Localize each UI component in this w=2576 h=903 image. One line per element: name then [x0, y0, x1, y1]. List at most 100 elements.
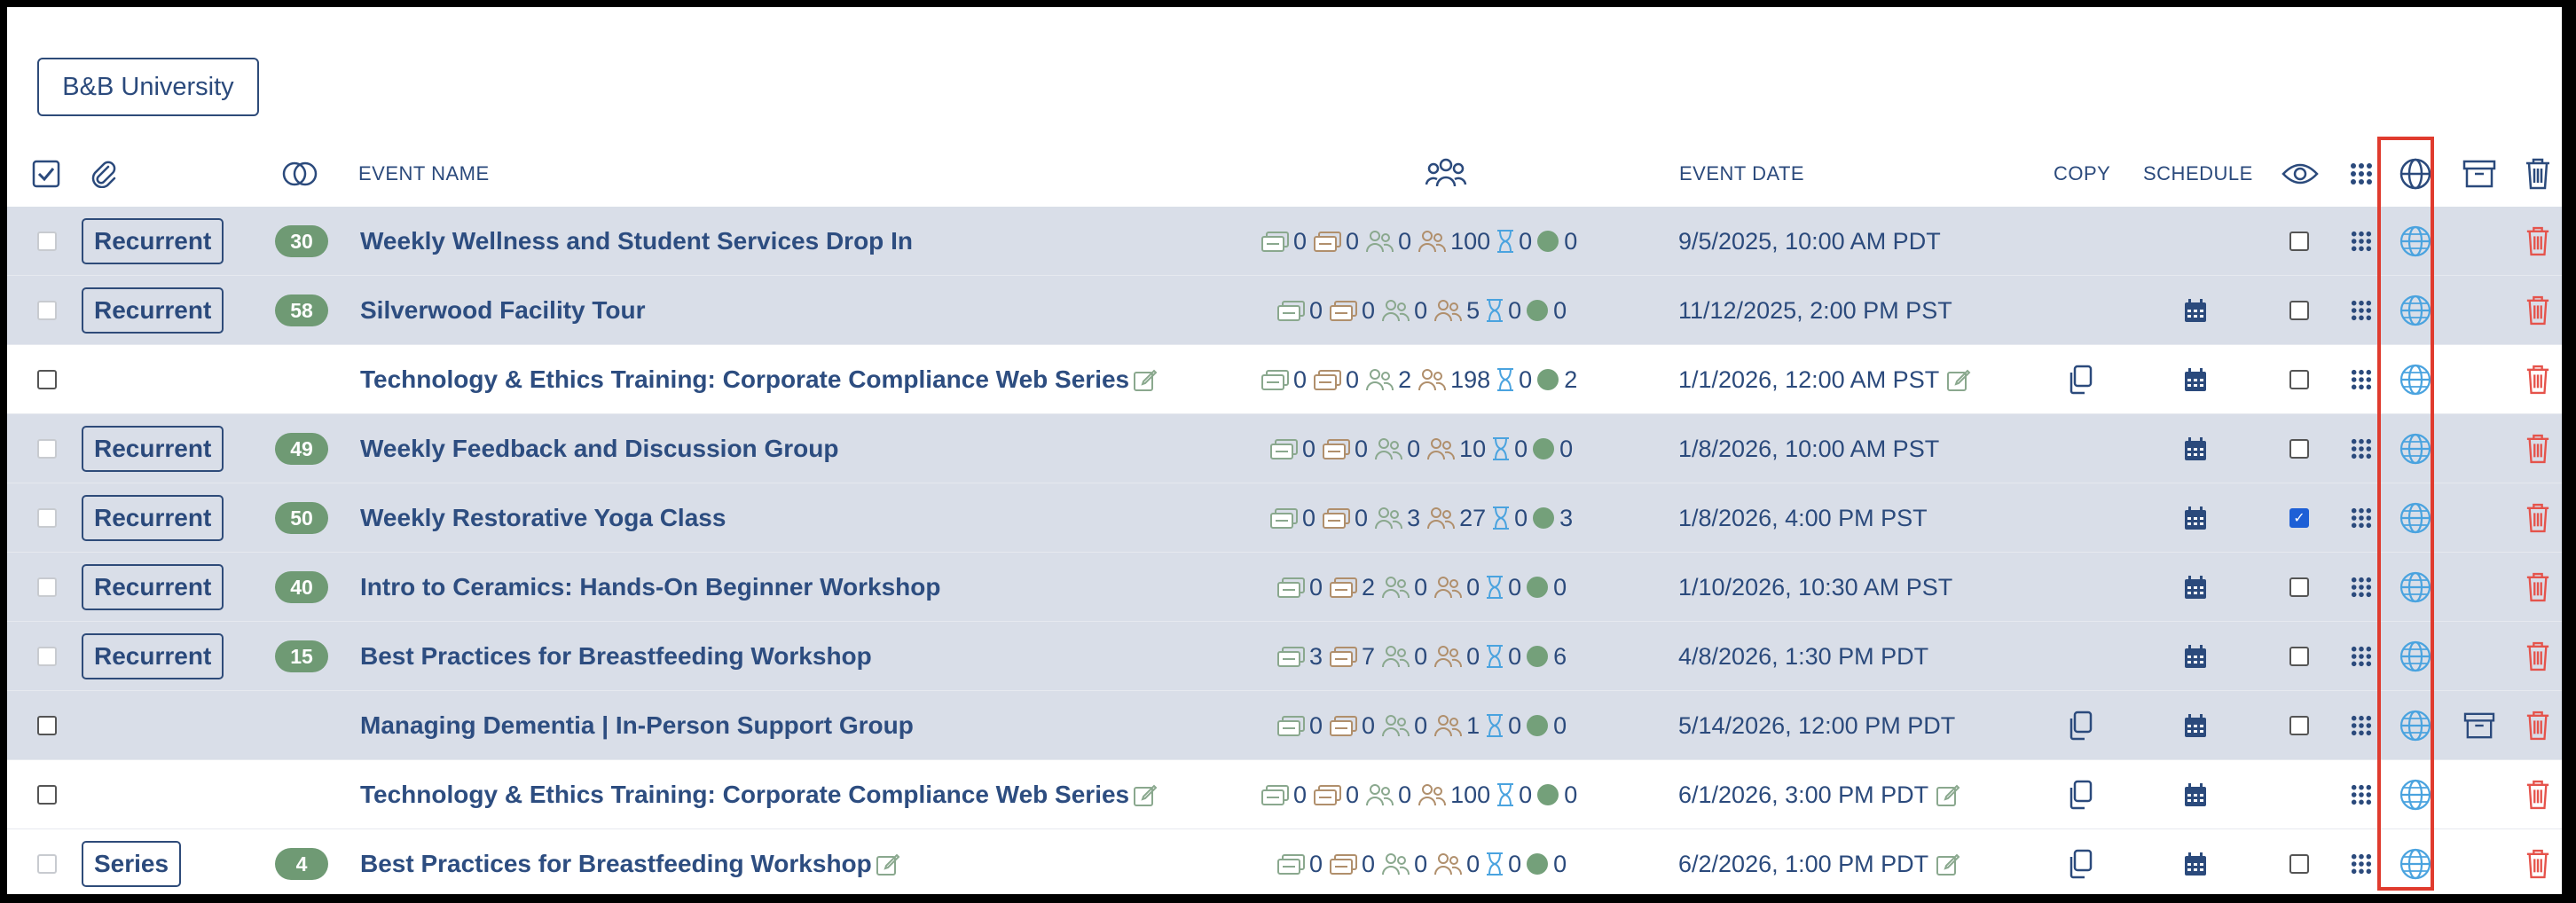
- schedule-calendar-icon[interactable]: [2184, 829, 2207, 894]
- table-row[interactable]: Recurrent 15 Best Practices for Breastfeed…: [7, 622, 2562, 691]
- event-date-text: 1/1/2026, 12:00 AM PST: [1678, 365, 1940, 393]
- qr-grid-icon[interactable]: [2351, 345, 2372, 414]
- visibility-checkbox[interactable]: [2289, 439, 2309, 459]
- table-row[interactable]: Technology & Ethics Training: Corporate …: [7, 345, 2562, 414]
- schedule-calendar-icon[interactable]: [2184, 622, 2207, 691]
- trash-icon[interactable]: [2525, 622, 2550, 691]
- event-name-link[interactable]: Best Practices for Breastfeeding Worksho…: [360, 642, 872, 671]
- qr-grid-icon[interactable]: [2351, 622, 2372, 691]
- schedule-calendar-icon[interactable]: [2184, 691, 2207, 760]
- stat-registered: 10: [1459, 435, 1487, 462]
- recurrence-tag-button[interactable]: Recurrent: [82, 633, 224, 679]
- copy-icon[interactable]: [2067, 829, 2093, 894]
- event-name-link[interactable]: Weekly Restorative Yoga Class: [360, 504, 726, 532]
- pending-stack-icon: [1276, 852, 1309, 876]
- table-row[interactable]: Managing Dementia | In-Person Support Gr…: [7, 691, 2562, 760]
- edit-date-icon[interactable]: [1946, 367, 1971, 392]
- visibility-checkbox[interactable]: [2289, 232, 2309, 251]
- visibility-checkbox[interactable]: [2289, 577, 2309, 597]
- copy-icon[interactable]: [2067, 345, 2093, 414]
- row-select-checkbox[interactable]: [37, 577, 57, 597]
- schedule-calendar-icon[interactable]: [2184, 483, 2207, 553]
- recurrence-tag-button[interactable]: Recurrent: [82, 218, 224, 264]
- trash-icon[interactable]: [2525, 483, 2550, 553]
- event-name-link[interactable]: Intro to Ceramics: Hands-On Beginner Wor…: [360, 573, 940, 601]
- trash-icon[interactable]: [2525, 414, 2550, 483]
- event-date-column-header[interactable]: EVENT DATE: [1679, 162, 1804, 185]
- edit-name-icon[interactable]: [1133, 367, 1158, 392]
- hourglass-icon: [1485, 713, 1508, 738]
- visibility-checkbox[interactable]: [2289, 854, 2309, 874]
- event-name-link[interactable]: Weekly Feedback and Discussion Group: [360, 435, 838, 463]
- row-select-checkbox[interactable]: [37, 508, 57, 528]
- stat-waitlist: 0: [1362, 296, 1376, 324]
- row-select-checkbox[interactable]: [37, 716, 57, 735]
- edit-date-icon[interactable]: [1936, 782, 1960, 807]
- recurrence-tag-button[interactable]: Recurrent: [82, 426, 224, 472]
- visibility-checkbox[interactable]: [2289, 647, 2309, 666]
- visibility-checkbox[interactable]: [2289, 301, 2309, 320]
- qr-grid-icon[interactable]: [2351, 760, 2372, 829]
- stat-dot: 6: [1553, 642, 1567, 670]
- select-all-checkbox-icon[interactable]: [32, 140, 60, 207]
- event-name-link[interactable]: Best Practices for Breastfeeding Worksho…: [360, 850, 872, 878]
- row-select-checkbox[interactable]: [37, 439, 57, 459]
- qr-grid-icon[interactable]: [2351, 691, 2372, 760]
- table-row[interactable]: Technology & Ethics Training: Corporate …: [7, 760, 2562, 829]
- row-select-checkbox[interactable]: [37, 647, 57, 666]
- table-row[interactable]: Series 4 Best Practices for Breastfeeding …: [7, 829, 2562, 894]
- event-date-text: 5/14/2026, 12:00 PM PDT: [1678, 711, 1956, 739]
- archive-box-icon[interactable]: [2463, 691, 2495, 760]
- qr-grid-icon[interactable]: [2351, 553, 2372, 622]
- row-select-checkbox[interactable]: [37, 370, 57, 389]
- edit-name-icon[interactable]: [876, 852, 900, 876]
- org-filter-button[interactable]: B&B University: [37, 58, 259, 116]
- trash-icon[interactable]: [2525, 276, 2550, 345]
- visibility-checkbox[interactable]: [2289, 716, 2309, 735]
- row-select-checkbox[interactable]: [37, 232, 57, 251]
- qr-grid-icon[interactable]: [2351, 414, 2372, 483]
- event-name-column-header[interactable]: EVENT NAME: [358, 162, 490, 185]
- copy-icon[interactable]: [2067, 691, 2093, 760]
- qr-grid-icon[interactable]: [2351, 207, 2372, 276]
- event-name-link[interactable]: Technology & Ethics Training: Corporate …: [360, 365, 1129, 394]
- recurrence-tag-button[interactable]: Recurrent: [82, 564, 224, 610]
- trash-icon[interactable]: [2525, 345, 2550, 414]
- schedule-calendar-icon[interactable]: [2184, 276, 2207, 345]
- row-select-checkbox[interactable]: [37, 301, 57, 320]
- table-row[interactable]: Recurrent 49 Weekly Feedback and Discussio…: [7, 414, 2562, 483]
- stat-dot: 2: [1564, 365, 1578, 393]
- recurrence-tag-button[interactable]: Series: [82, 841, 182, 887]
- recurrence-tag-button[interactable]: Recurrent: [82, 495, 224, 541]
- schedule-calendar-icon[interactable]: [2184, 414, 2207, 483]
- row-select-checkbox[interactable]: [37, 854, 57, 874]
- trash-icon[interactable]: [2525, 760, 2550, 829]
- edit-date-icon[interactable]: [1936, 852, 1960, 876]
- table-row[interactable]: Recurrent 30 Weekly Wellness and Student S…: [7, 207, 2562, 276]
- table-row[interactable]: Recurrent 40 Intro to Ceramics: Hands-On B…: [7, 553, 2562, 622]
- copy-icon[interactable]: [2067, 760, 2093, 829]
- visibility-checkbox[interactable]: [2289, 370, 2309, 389]
- event-name-link[interactable]: Weekly Wellness and Student Services Dro…: [360, 227, 913, 255]
- qr-grid-icon[interactable]: [2351, 829, 2372, 894]
- table-row[interactable]: Recurrent 50 Weekly Restorative Yoga Class…: [7, 483, 2562, 553]
- row-select-checkbox[interactable]: [37, 785, 57, 805]
- event-name-link[interactable]: Technology & Ethics Training: Corporate …: [360, 781, 1129, 809]
- schedule-calendar-icon[interactable]: [2184, 760, 2207, 829]
- attended-people-icon: [1373, 436, 1407, 461]
- edit-name-icon[interactable]: [1133, 782, 1158, 807]
- trash-icon[interactable]: [2525, 829, 2550, 894]
- table-row[interactable]: Recurrent 58 Silverwood Facility Tour 0 0 …: [7, 276, 2562, 345]
- event-name-link[interactable]: Managing Dementia | In-Person Support Gr…: [360, 711, 914, 740]
- trash-icon[interactable]: [2525, 207, 2550, 276]
- event-name-link[interactable]: Silverwood Facility Tour: [360, 296, 646, 325]
- trash-icon[interactable]: [2525, 553, 2550, 622]
- schedule-calendar-icon[interactable]: [2184, 345, 2207, 414]
- recurrence-tag-button[interactable]: Recurrent: [82, 287, 224, 334]
- registered-people-icon: [1417, 367, 1450, 392]
- trash-icon[interactable]: [2525, 691, 2550, 760]
- qr-grid-icon[interactable]: [2351, 276, 2372, 345]
- qr-grid-icon[interactable]: [2351, 483, 2372, 553]
- visibility-checkbox[interactable]: ✓: [2289, 508, 2309, 528]
- schedule-calendar-icon[interactable]: [2184, 553, 2207, 622]
